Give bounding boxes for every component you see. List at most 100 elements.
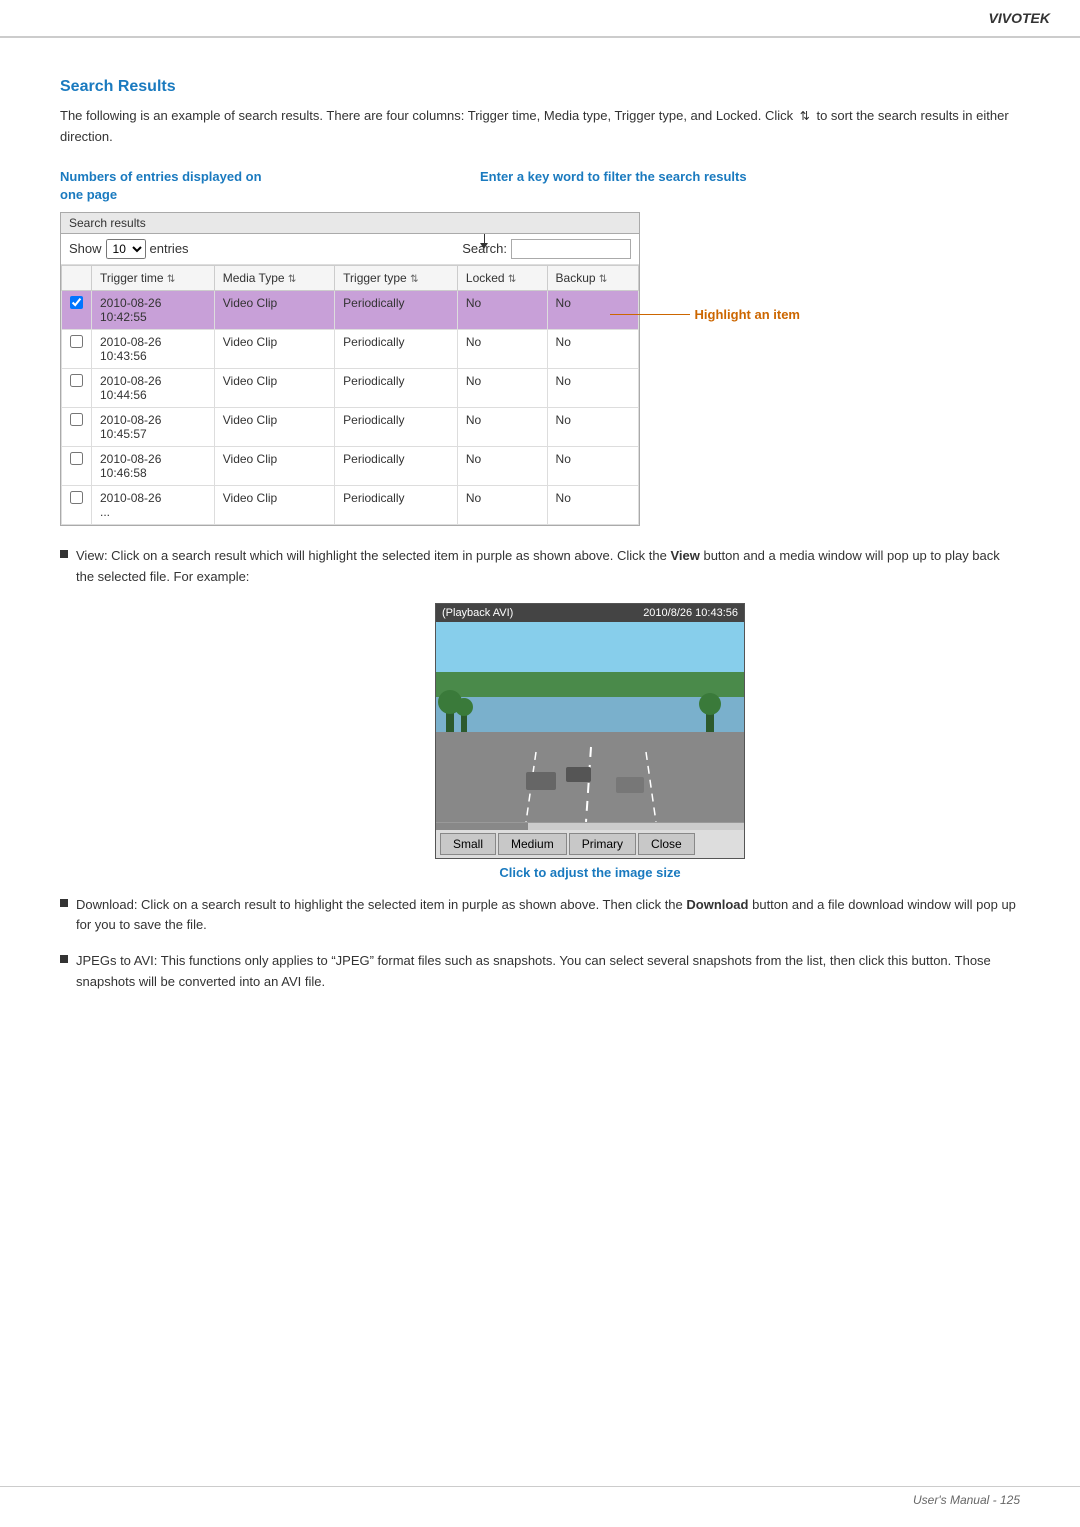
- playback-window: (Playback AVI) 2010/8/26 10:43:56: [435, 603, 745, 859]
- header-row: Trigger time ⇅ Media Type ⇅ Trigger type…: [62, 265, 639, 290]
- row-checkbox[interactable]: [70, 335, 83, 348]
- backup-cell: No: [547, 407, 638, 446]
- entries-label: entries: [150, 241, 189, 256]
- intro-paragraph: The following is an example of search re…: [60, 106, 1020, 148]
- search-input[interactable]: [511, 239, 631, 259]
- close-button[interactable]: Close: [638, 833, 695, 855]
- show-label: Show: [69, 241, 102, 256]
- table-body: 2010-08-26 10:42:55Video ClipPeriodicall…: [62, 290, 639, 524]
- medium-button[interactable]: Medium: [498, 833, 567, 855]
- header-trigger-time[interactable]: Trigger time ⇅: [92, 265, 215, 290]
- header-trigger-type[interactable]: Trigger type ⇅: [335, 265, 458, 290]
- backup-cell: No: [547, 485, 638, 524]
- bottom-line: [0, 1486, 1080, 1487]
- main-content: Search Results The following is an examp…: [0, 38, 1080, 1048]
- annotation-labels: Numbers of entries displayed on one page…: [60, 168, 1020, 204]
- media-type-cell: Video Clip: [214, 446, 334, 485]
- row-checkbox[interactable]: [70, 491, 83, 504]
- bullet-download: Download: Click on a search result to hi…: [60, 895, 1020, 937]
- search-results-box: Search results Show 10 25 50 entries Sea…: [60, 212, 640, 526]
- row-checkbox[interactable]: [70, 374, 83, 387]
- media-type-cell: Video Clip: [214, 407, 334, 446]
- row-checkbox-cell: [62, 329, 92, 368]
- table-row[interactable]: 2010-08-26 10:44:56Video ClipPeriodicall…: [62, 368, 639, 407]
- row-checkbox[interactable]: [70, 296, 83, 309]
- trigger-time-cell: 2010-08-26 ...: [92, 485, 215, 524]
- table-row[interactable]: 2010-08-26 ...Video ClipPeriodicallyNoNo: [62, 485, 639, 524]
- primary-button[interactable]: Primary: [569, 833, 636, 855]
- playback-scrubber[interactable]: [436, 822, 744, 830]
- bullet-icon-jpegs: [60, 955, 68, 963]
- header: VIVOTEK: [0, 0, 1080, 38]
- locked-cell: No: [457, 290, 547, 329]
- table-row[interactable]: 2010-08-26 10:45:57Video ClipPeriodicall…: [62, 407, 639, 446]
- trigger-time-cell: 2010-08-26 10:43:56: [92, 329, 215, 368]
- click-adjust-label: Click to adjust the image size: [499, 865, 680, 880]
- header-checkbox: [62, 265, 92, 290]
- header-backup[interactable]: Backup ⇅: [547, 265, 638, 290]
- row-checkbox-cell: [62, 290, 92, 329]
- section-title: Search Results: [60, 78, 1020, 96]
- media-type-cell: Video Clip: [214, 368, 334, 407]
- locked-cell: No: [457, 368, 547, 407]
- bullet-section: View: Click on a search result which wil…: [60, 546, 1020, 993]
- playback-timestamp: 2010/8/26 10:43:56: [643, 607, 738, 619]
- trigger-type-cell: Periodically: [335, 368, 458, 407]
- table-header: Trigger time ⇅ Media Type ⇅ Trigger type…: [62, 265, 639, 290]
- bullet-view: View: Click on a search result which wil…: [60, 546, 1020, 588]
- highlight-line: [610, 314, 690, 315]
- trigger-type-cell: Periodically: [335, 329, 458, 368]
- bullet-icon-download: [60, 899, 68, 907]
- small-button[interactable]: Small: [440, 833, 496, 855]
- media-type-cell: Video Clip: [214, 485, 334, 524]
- row-checkbox-cell: [62, 485, 92, 524]
- playback-titlebar: (Playback AVI) 2010/8/26 10:43:56: [436, 604, 744, 622]
- bullet-text-view: View: Click on a search result which wil…: [76, 546, 1020, 588]
- playback-title: (Playback AVI): [442, 607, 513, 619]
- trigger-type-cell: Periodically: [335, 485, 458, 524]
- bullet-text-jpegs: JPEGs to AVI: This functions only applie…: [76, 951, 1020, 993]
- row-checkbox[interactable]: [70, 452, 83, 465]
- highlight-annotation: Highlight an item: [610, 307, 800, 322]
- row-checkbox-cell: [62, 446, 92, 485]
- sort-icon: ⇅: [800, 109, 810, 123]
- locked-cell: No: [457, 485, 547, 524]
- search-results-title: Search results: [61, 213, 639, 234]
- media-type-cell: Video Clip: [214, 290, 334, 329]
- entries-annotation-label: Numbers of entries displayed on one page: [60, 168, 280, 204]
- entries-select[interactable]: 10 25 50: [106, 239, 146, 259]
- bullet-text-download: Download: Click on a search result to hi…: [76, 895, 1020, 937]
- trigger-time-cell: 2010-08-26 10:42:55: [92, 290, 215, 329]
- bullet-jpegs: JPEGs to AVI: This functions only applie…: [60, 951, 1020, 993]
- playback-buttons: Small Medium Primary Close: [436, 830, 744, 858]
- table-row[interactable]: 2010-08-26 10:43:56Video ClipPeriodicall…: [62, 329, 639, 368]
- locked-cell: No: [457, 446, 547, 485]
- row-checkbox[interactable]: [70, 413, 83, 426]
- results-table: Trigger time ⇅ Media Type ⇅ Trigger type…: [61, 265, 639, 525]
- table-container: Search results Show 10 25 50 entries Sea…: [60, 212, 640, 526]
- search-label: Search:: [462, 241, 507, 256]
- row-checkbox-cell: [62, 368, 92, 407]
- footer: User's Manual - 125: [913, 1493, 1020, 1507]
- trigger-type-cell: Periodically: [335, 446, 458, 485]
- playback-container: (Playback AVI) 2010/8/26 10:43:56: [160, 603, 1020, 880]
- backup-cell: No: [547, 329, 638, 368]
- table-row[interactable]: 2010-08-26 10:42:55Video ClipPeriodicall…: [62, 290, 639, 329]
- trigger-time-cell: 2010-08-26 10:45:57: [92, 407, 215, 446]
- annotation-area: Numbers of entries displayed on one page…: [60, 168, 1020, 526]
- brand-logo: VIVOTEK: [989, 10, 1050, 26]
- row-checkbox-cell: [62, 407, 92, 446]
- bullet-icon-view: [60, 550, 68, 558]
- table-row[interactable]: 2010-08-26 10:46:58Video ClipPeriodicall…: [62, 446, 639, 485]
- backup-cell: No: [547, 446, 638, 485]
- backup-cell: No: [547, 368, 638, 407]
- trigger-type-cell: Periodically: [335, 407, 458, 446]
- scene-svg: [436, 622, 744, 822]
- header-media-type[interactable]: Media Type ⇅: [214, 265, 334, 290]
- header-locked[interactable]: Locked ⇅: [457, 265, 547, 290]
- filter-annotation-label: Enter a key word to filter the search re…: [480, 168, 747, 204]
- playback-scene: [436, 622, 744, 822]
- trigger-time-cell: 2010-08-26 10:46:58: [92, 446, 215, 485]
- trigger-time-cell: 2010-08-26 10:44:56: [92, 368, 215, 407]
- locked-cell: No: [457, 407, 547, 446]
